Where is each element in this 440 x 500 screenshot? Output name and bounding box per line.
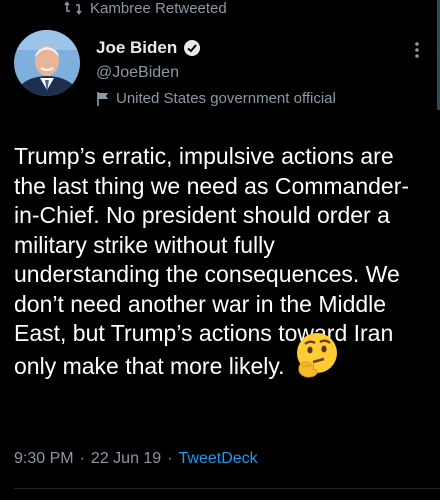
- retweet-icon: [64, 1, 82, 15]
- meta-separator: ·: [79, 450, 85, 467]
- tweet-source-link[interactable]: TweetDeck: [179, 450, 258, 468]
- user-handle[interactable]: @JoeBiden: [96, 64, 420, 82]
- name-row: Joe Biden: [96, 36, 420, 60]
- retweet-label: Kambree Retweeted: [90, 0, 227, 17]
- flag-icon: [97, 91, 108, 106]
- verified-badge-icon: [184, 40, 201, 56]
- tweet-header: Joe Biden @JoeBiden United States govern…: [96, 36, 420, 107]
- account-label-text: United States government official: [116, 90, 336, 107]
- meta-separator: ·: [167, 450, 173, 467]
- retweet-indicator[interactable]: Kambree Retweeted: [64, 0, 227, 17]
- tweet-meta: 9:30 PM · 22 Jun 19 · TweetDeck: [14, 450, 258, 468]
- avatar-image: [14, 30, 80, 96]
- display-name[interactable]: Joe Biden: [96, 38, 177, 58]
- thinking-face-icon: [293, 331, 341, 387]
- tweet-time[interactable]: 9:30 PM: [14, 450, 74, 468]
- account-label[interactable]: United States government official: [96, 90, 420, 107]
- tweet-body: Trump’s erratic, impulsive actions are t…: [14, 142, 414, 386]
- tweet-text: Trump’s erratic, impulsive actions are t…: [14, 143, 410, 379]
- tweet-date[interactable]: 22 Jun 19: [91, 450, 161, 468]
- more-options-button[interactable]: [412, 38, 422, 62]
- more-options-icon: [415, 42, 419, 58]
- tweet-card: Kambree Retweeted Joe Biden @JoeBiden Un…: [0, 0, 440, 500]
- divider: [14, 488, 440, 489]
- avatar[interactable]: [14, 30, 80, 96]
